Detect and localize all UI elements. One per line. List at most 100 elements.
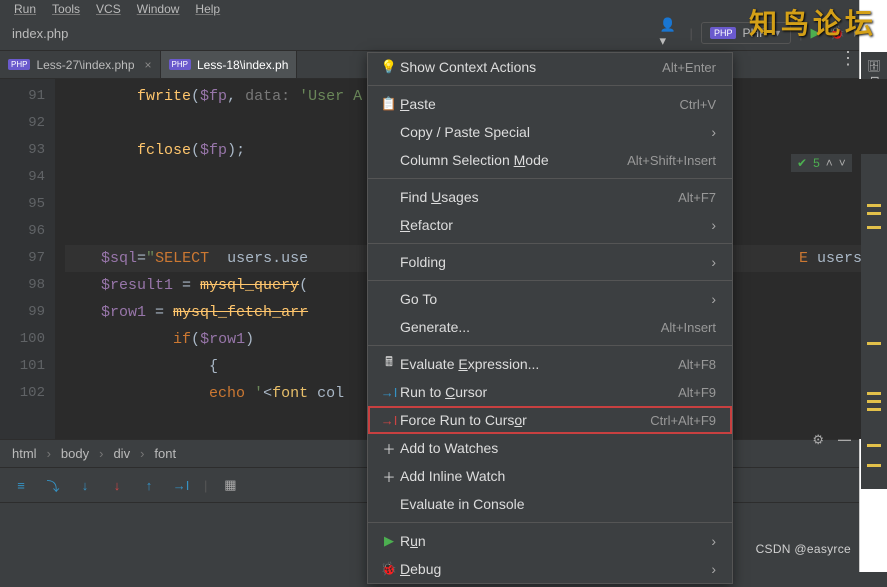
context-menu-label: Folding — [400, 254, 711, 270]
forcerun-icon: →I — [378, 413, 400, 428]
evaluate-icon[interactable]: ▦ — [221, 476, 239, 494]
menu-separator — [368, 178, 732, 179]
checkmark-icon: ✔ — [797, 156, 807, 170]
context-menu-item[interactable]: ▶Run› — [368, 527, 732, 555]
context-menu-label: Run — [400, 533, 711, 549]
breadcrumb-item[interactable]: html — [12, 446, 37, 461]
context-menu-label: Generate... — [400, 319, 661, 335]
editor-context-menu: 💡Show Context ActionsAlt+Enter📋PasteCtrl… — [367, 52, 733, 584]
tab-label: Less-27\index.php — [36, 58, 134, 72]
chevron-right-icon: › — [711, 217, 716, 233]
context-menu-label: Paste — [400, 96, 680, 112]
close-icon[interactable]: × — [145, 58, 152, 72]
context-menu-item[interactable]: Copy / Paste Special› — [368, 118, 732, 146]
inspection-widget[interactable]: ✔ 5 ˄ ˅ — [791, 154, 852, 172]
context-menu-shortcut: Alt+Enter — [662, 60, 716, 75]
context-menu-shortcut: Ctrl+Alt+F9 — [650, 413, 716, 428]
context-menu-label: Refactor — [400, 217, 711, 233]
runto-icon: →I — [378, 385, 400, 400]
context-menu-label: Copy / Paste Special — [400, 124, 711, 140]
context-menu-item[interactable]: Evaluate in Console — [368, 490, 732, 518]
menu-vcs[interactable]: VCS — [96, 2, 121, 14]
chevron-right-icon: › — [711, 254, 716, 270]
step-over-icon[interactable]: ⤵ — [44, 476, 62, 494]
warning-marker[interactable] — [867, 204, 881, 207]
context-menu-label: Evaluate Expression... — [400, 356, 678, 372]
line-number: 93 — [0, 137, 45, 164]
toolbar-separator: | — [690, 26, 693, 41]
force-step-into-icon[interactable]: ↓ — [108, 476, 126, 494]
warning-marker[interactable] — [867, 392, 881, 395]
warning-marker[interactable] — [867, 226, 881, 229]
clipboard-icon: 📋 — [378, 96, 400, 112]
menu-separator — [368, 345, 732, 346]
inspection-count: 5 — [813, 156, 820, 170]
context-menu-item[interactable]: Find UsagesAlt+F7 — [368, 183, 732, 211]
toolbar-separator: | — [204, 478, 207, 493]
menu-run[interactable]: Run — [14, 2, 36, 14]
line-number: 95 — [0, 191, 45, 218]
chevron-right-icon: › — [711, 124, 716, 140]
warning-marker[interactable] — [867, 408, 881, 411]
context-menu-item[interactable]: ＋Add to Watches — [368, 434, 732, 462]
context-menu-label: Force Run to Cursor — [400, 412, 650, 428]
line-number: 102 — [0, 380, 45, 407]
menu-separator — [368, 243, 732, 244]
tab-overflow-icon[interactable]: ⋮ — [839, 48, 857, 69]
context-menu-shortcut: Alt+F7 — [678, 190, 716, 205]
database-icon: 🗄 — [868, 58, 881, 72]
menu-window[interactable]: Window — [137, 2, 180, 14]
context-menu-item[interactable]: 🖩Evaluate Expression...Alt+F8 — [368, 350, 732, 378]
breadcrumb-item[interactable]: body — [61, 446, 89, 461]
context-menu-item[interactable]: Refactor› — [368, 211, 732, 239]
context-menu-item[interactable]: 📋PasteCtrl+V — [368, 90, 732, 118]
line-number: 99 — [0, 299, 45, 326]
context-menu-item[interactable]: Column Selection ModeAlt+Shift+Insert — [368, 146, 732, 174]
menu-tools[interactable]: Tools — [52, 2, 80, 14]
menu-help[interactable]: Help — [195, 2, 220, 14]
chevron-right-icon: › — [711, 561, 716, 577]
php-file-icon: PHP — [8, 59, 30, 70]
warning-marker[interactable] — [867, 444, 881, 447]
context-menu-shortcut: Alt+Insert — [661, 320, 716, 335]
editor-tab[interactable]: PHP Less-18\index.ph — [161, 51, 298, 78]
settings-icon[interactable]: ⚙ — [812, 432, 824, 448]
file-title: index.php — [12, 26, 68, 41]
context-menu-label: Go To — [400, 291, 711, 307]
php-file-icon: PHP — [169, 59, 191, 70]
tab-label: Less-18\index.ph — [197, 58, 288, 72]
show-execution-point-icon[interactable]: ≡ — [12, 476, 30, 494]
line-number: 97 — [0, 245, 45, 272]
step-out-icon[interactable]: ↑ — [140, 476, 158, 494]
line-number: 91 — [0, 83, 45, 110]
plus-icon: ＋ — [378, 467, 400, 486]
step-into-icon[interactable]: ↓ — [76, 476, 94, 494]
minimize-icon[interactable]: — — [838, 432, 851, 448]
context-menu-label: Evaluate in Console — [400, 496, 716, 512]
context-menu-shortcut: Alt+F8 — [678, 357, 716, 372]
user-icon[interactable]: 👤▾ — [660, 22, 682, 44]
warning-marker[interactable] — [867, 342, 881, 345]
context-menu-item[interactable]: 💡Show Context ActionsAlt+Enter — [368, 53, 732, 81]
context-menu-item[interactable]: Go To› — [368, 285, 732, 313]
context-menu-item[interactable]: Generate...Alt+Insert — [368, 313, 732, 341]
line-number-gutter: 91 92 93 94 95 96 97 98 99 100 101 102 💡 — [0, 79, 55, 439]
context-menu-shortcut: Alt+Shift+Insert — [627, 153, 716, 168]
editor-marker-strip[interactable]: ✔ 5 ˄ ˅ — [861, 154, 887, 489]
warning-marker[interactable] — [867, 400, 881, 403]
context-menu-item[interactable]: →IRun to CursorAlt+F9 — [368, 378, 732, 406]
breadcrumb-item[interactable]: div — [113, 446, 130, 461]
warning-marker[interactable] — [867, 464, 881, 467]
context-menu-label: Column Selection Mode — [400, 152, 627, 168]
context-menu-item[interactable]: ＋Add Inline Watch — [368, 462, 732, 490]
warning-marker[interactable] — [867, 212, 881, 215]
editor-tab[interactable]: PHP Less-27\index.php × — [0, 51, 161, 78]
prev-highlight-icon[interactable]: ˄ — [826, 156, 833, 170]
play-icon: ▶ — [378, 533, 400, 549]
breadcrumb-item[interactable]: font — [154, 446, 176, 461]
next-highlight-icon[interactable]: ˅ — [839, 156, 846, 170]
context-menu-item[interactable]: →IForce Run to CursorCtrl+Alt+F9 — [368, 406, 732, 434]
context-menu-item[interactable]: Folding› — [368, 248, 732, 276]
run-to-cursor-icon[interactable]: →I — [172, 476, 190, 494]
context-menu-item[interactable]: 🐞Debug› — [368, 555, 732, 583]
